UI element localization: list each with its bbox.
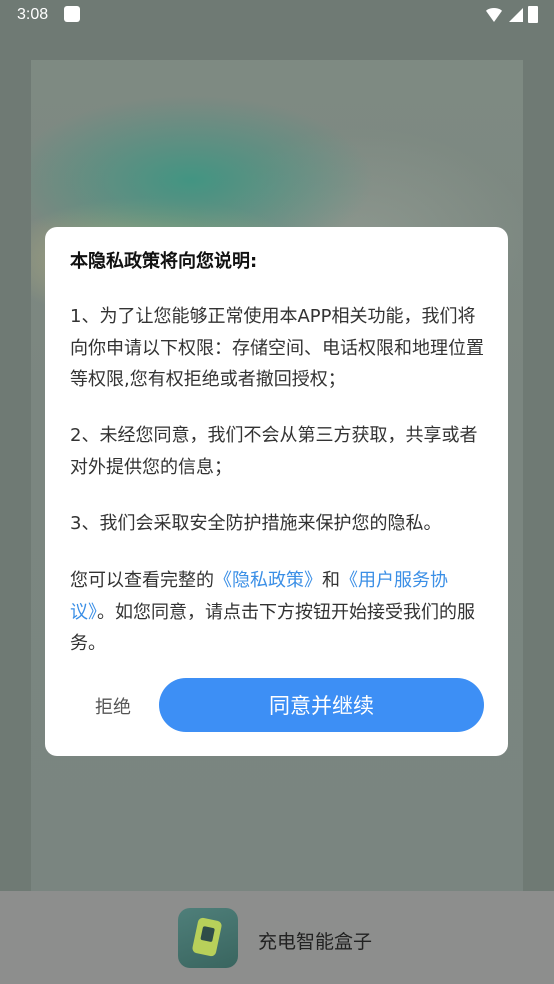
- dialog-paragraph-4: 您可以查看完整的《隐私政策》和《用户服务协议》。如您同意，请点击下方按钮开始接受…: [70, 565, 488, 660]
- bottom-bar: 充电智能盒子: [0, 891, 554, 984]
- charger-icon: [191, 916, 223, 958]
- status-bar: 3:08: [0, 0, 554, 32]
- paragraph-4-and: 和: [322, 570, 340, 591]
- charger-screen: [200, 925, 215, 943]
- agree-button-label: 同意并继续: [269, 694, 374, 718]
- reject-button[interactable]: 拒绝: [95, 693, 131, 719]
- dialog-paragraph-1: 1、为了让您能够正常使用本APP相关功能，我们将向你申请以下权限：存储空间、电话…: [70, 306, 484, 390]
- app-name: 充电智能盒子: [258, 931, 373, 953]
- agree-continue-button[interactable]: 同意并继续: [159, 678, 484, 732]
- dialog-paragraph-3: 3、我们会采取安全防护措施来保护您的隐私。: [70, 513, 442, 534]
- paragraph-4-suffix: 。如您同意，请点击下方按钮开始接受我们的服务。: [70, 601, 475, 655]
- dialog-paragraph-2: 2、未经您同意，我们不会从第三方获取，共享或者对外提供您的信息；: [70, 425, 478, 478]
- status-time: 3:08: [17, 6, 49, 23]
- app-icon: [178, 908, 238, 968]
- privacy-dialog: 本隐私政策将向您说明: 1、为了让您能够正常使用本APP相关功能，我们将向你申请…: [45, 227, 508, 756]
- dialog-title: 本隐私政策将向您说明:: [70, 251, 258, 272]
- battery-icon: [528, 6, 538, 23]
- status-icons: [484, 6, 538, 23]
- privacy-policy-link[interactable]: 《隐私政策》: [214, 570, 322, 591]
- paragraph-4-prefix: 您可以查看完整的: [70, 570, 214, 591]
- signal-icon: [509, 7, 523, 22]
- wifi-icon: [484, 7, 504, 22]
- notification-icon: [64, 6, 80, 22]
